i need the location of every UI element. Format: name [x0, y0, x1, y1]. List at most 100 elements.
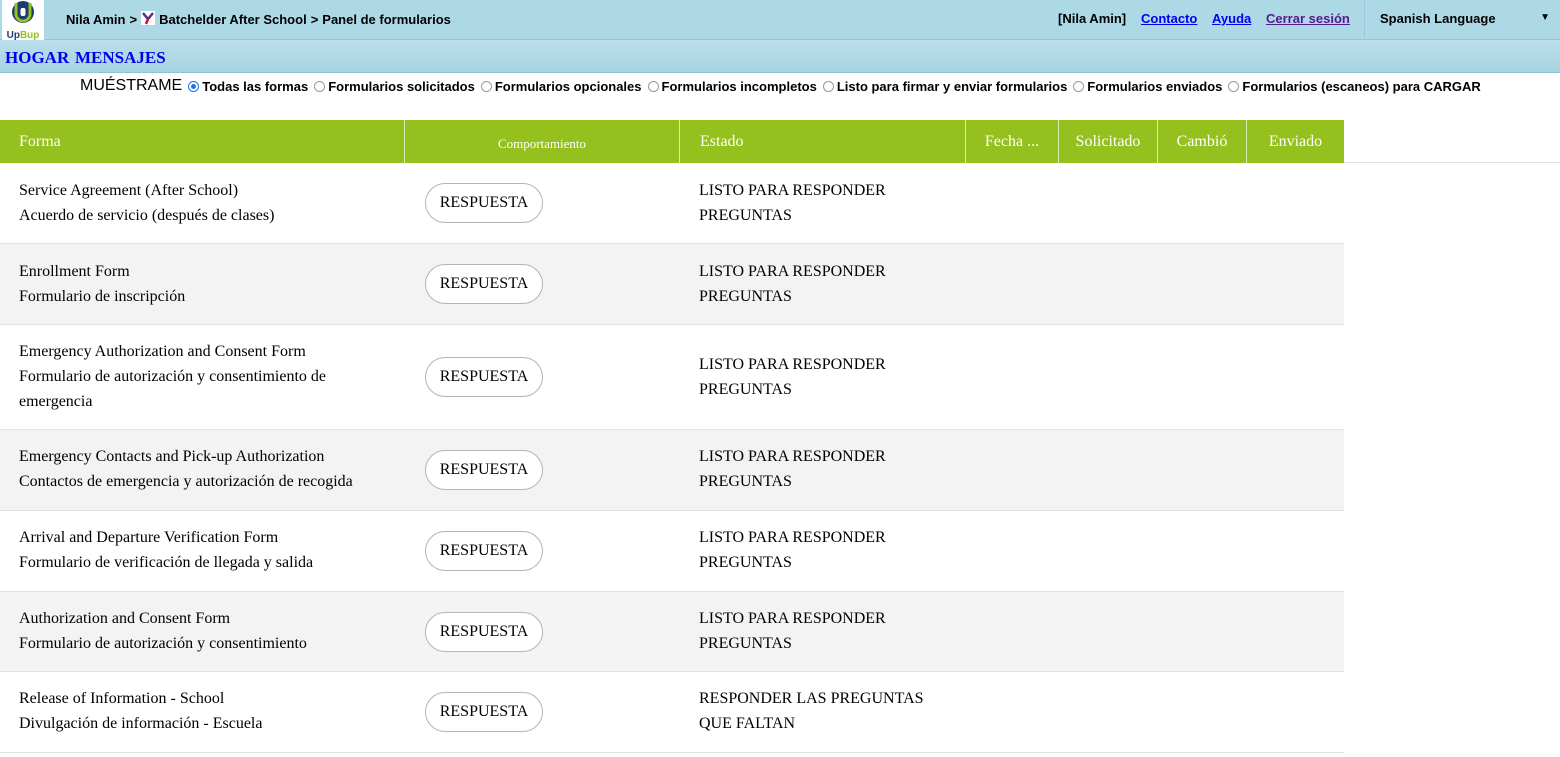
contact-link[interactable]: Contacto: [1141, 11, 1197, 26]
status-line: PREGUNTAS: [699, 381, 792, 398]
filter-option-label: Listo para firmar y enviar formularios: [836, 78, 1068, 94]
respond-button[interactable]: RESPUESTA: [425, 612, 543, 652]
filter-label: MUÉSTRAME: [80, 77, 183, 94]
radio-button[interactable]: [188, 80, 200, 92]
form-name-cell: Emergency Authorization and Consent Form…: [19, 339, 389, 414]
status-cell: LISTO PARA RESPONDER PREGUNTAS: [699, 444, 949, 494]
table-row: Emergency Authorization and Consent Form…: [0, 325, 1344, 430]
breadcrumb-site[interactable]: Batchelder After School: [159, 12, 307, 27]
column-header-changed[interactable]: Cambió: [1158, 120, 1247, 163]
form-name-es: Formulario de verificación de llegada y …: [19, 554, 314, 571]
filter-requested[interactable]: Formularios solicitados: [314, 79, 475, 94]
column-header-date[interactable]: Fecha ...: [966, 120, 1059, 163]
filter-sent[interactable]: Formularios enviados: [1073, 79, 1222, 94]
respond-button[interactable]: RESPUESTA: [425, 692, 543, 732]
nav-messages-link[interactable]: MENSAJES: [75, 48, 166, 68]
form-name-cell: Emergency Contacts and Pick-up Authoriza…: [19, 444, 389, 494]
form-name-en: Release of Information - School: [19, 690, 225, 707]
table-row: Release of Information - School Divulgac…: [0, 672, 1344, 753]
filter-option-label: Formularios opcionales: [494, 78, 642, 94]
column-header-requested[interactable]: Solicitado: [1059, 120, 1158, 163]
column-header-action[interactable]: Comportamiento: [405, 120, 680, 163]
form-name-cell: Authorization and Consent Form Formulari…: [19, 606, 389, 656]
top-header: UpBup Nila Amin > Batchelder After Schoo…: [0, 0, 1560, 40]
radio-button[interactable]: [822, 80, 834, 92]
status-cell: RESPONDER LAS PREGUNTAS QUE FALTAN: [699, 686, 949, 736]
upbup-logo[interactable]: UpBup: [2, 0, 44, 40]
logout-link[interactable]: Cerrar sesión: [1266, 11, 1350, 26]
column-header-sent[interactable]: Enviado: [1247, 120, 1344, 163]
header-divider: [1344, 162, 1560, 163]
breadcrumb-user[interactable]: Nila Amin: [66, 12, 125, 27]
filter-bar: MUÉSTRAME Todas las formas Formularios s…: [80, 76, 1487, 96]
table-row: Authorization and Consent Form Formulari…: [0, 592, 1344, 672]
language-select[interactable]: Spanish Language ▼: [1364, 0, 1560, 38]
status-line: PREGUNTAS: [699, 207, 792, 224]
filter-all[interactable]: Todas las formas: [188, 79, 308, 94]
form-name-cell: Service Agreement (After School) Acuerdo…: [19, 178, 389, 228]
form-name-es: Formulario de autorización y consentimie…: [19, 635, 307, 652]
status-line: PREGUNTAS: [699, 554, 792, 571]
status-cell: LISTO PARA RESPONDER PREGUNTAS: [699, 525, 949, 575]
status-line: PREGUNTAS: [699, 288, 792, 305]
respond-button[interactable]: RESPUESTA: [425, 357, 543, 397]
current-user-label: [Nila Amin]: [1058, 11, 1127, 26]
form-name-es: Formulario de inscripción: [19, 288, 186, 305]
status-line: RESPONDER LAS PREGUNTAS: [699, 690, 924, 707]
status-cell: LISTO PARA RESPONDER PREGUNTAS: [699, 178, 949, 228]
breadcrumb-separator: >: [310, 12, 319, 27]
ymca-icon: [141, 10, 156, 25]
table-row: Enrollment Form Formulario de inscripció…: [0, 244, 1344, 325]
breadcrumb: Nila Amin > Batchelder After School > Pa…: [66, 10, 451, 27]
table-row: Service Agreement (After School) Acuerdo…: [0, 163, 1344, 244]
radio-button[interactable]: [647, 80, 659, 92]
breadcrumb-page: Panel de formularios: [322, 12, 451, 27]
status-line: LISTO PARA RESPONDER: [699, 529, 886, 546]
form-name-cell: Arrival and Departure Verification Form …: [19, 525, 389, 575]
status-line: QUE FALTAN: [699, 715, 796, 732]
svg-text:UpBup: UpBup: [7, 30, 40, 40]
status-line: LISTO PARA RESPONDER: [699, 448, 886, 465]
status-cell: LISTO PARA RESPONDER PREGUNTAS: [699, 352, 949, 402]
language-select-value: Spanish Language: [1380, 11, 1496, 26]
status-line: PREGUNTAS: [699, 473, 792, 490]
respond-button[interactable]: RESPUESTA: [425, 183, 543, 223]
radio-button[interactable]: [1228, 80, 1240, 92]
table-row: Arrival and Departure Verification Form …: [0, 511, 1344, 592]
form-name-cell: Enrollment Form Formulario de inscripció…: [19, 259, 389, 309]
form-name-en: Arrival and Departure Verification Form: [19, 529, 279, 546]
status-line: LISTO PARA RESPONDER: [699, 610, 886, 627]
radio-button[interactable]: [314, 80, 326, 92]
form-name-en: Authorization and Consent Form: [19, 610, 231, 627]
filter-optional[interactable]: Formularios opcionales: [480, 78, 642, 94]
respond-button[interactable]: RESPUESTA: [425, 531, 543, 571]
form-name-cell: Release of Information - School Divulgac…: [19, 686, 389, 736]
nav-home-link[interactable]: HOGAR: [5, 48, 69, 68]
filter-ready-to-sign[interactable]: Listo para firmar y enviar formularios: [822, 78, 1068, 94]
status-line: LISTO PARA RESPONDER: [699, 356, 886, 373]
column-header-status[interactable]: Estado: [680, 120, 966, 163]
respond-button[interactable]: RESPUESTA: [425, 264, 543, 304]
chevron-down-icon: ▼: [1540, 12, 1550, 23]
help-link[interactable]: Ayuda: [1212, 11, 1251, 26]
form-name-es: Divulgación de información - Escuela: [19, 715, 263, 732]
filter-option-label: Todas las formas: [202, 78, 309, 94]
status-line: PREGUNTAS: [699, 635, 792, 652]
filter-option-label: Formularios enviados: [1087, 78, 1223, 94]
filter-option-label: Formularios (escaneos) para CARGAR: [1242, 78, 1481, 94]
filter-incomplete[interactable]: Formularios incompletos: [647, 78, 817, 94]
form-name-es: Acuerdo de servicio (después de clases): [19, 207, 275, 224]
status-cell: LISTO PARA RESPONDER PREGUNTAS: [699, 259, 949, 309]
form-name-en: Service Agreement (After School): [19, 182, 239, 199]
radio-button[interactable]: [480, 80, 492, 92]
filter-option-label: Formularios incompletos: [661, 78, 817, 94]
forms-table: Forma Comportamiento Estado Fecha ... So…: [0, 120, 1344, 753]
column-header-form[interactable]: Forma: [0, 120, 405, 163]
filter-option-label: Formularios solicitados: [328, 78, 475, 94]
status-cell: LISTO PARA RESPONDER PREGUNTAS: [699, 606, 949, 656]
radio-button[interactable]: [1073, 80, 1085, 92]
respond-button[interactable]: RESPUESTA: [425, 450, 543, 490]
filter-scans-upload[interactable]: Formularios (escaneos) para CARGAR: [1228, 78, 1481, 94]
form-name-es-cont: emergencia: [19, 393, 93, 410]
table-header: Forma Comportamiento Estado Fecha ... So…: [0, 120, 1344, 163]
